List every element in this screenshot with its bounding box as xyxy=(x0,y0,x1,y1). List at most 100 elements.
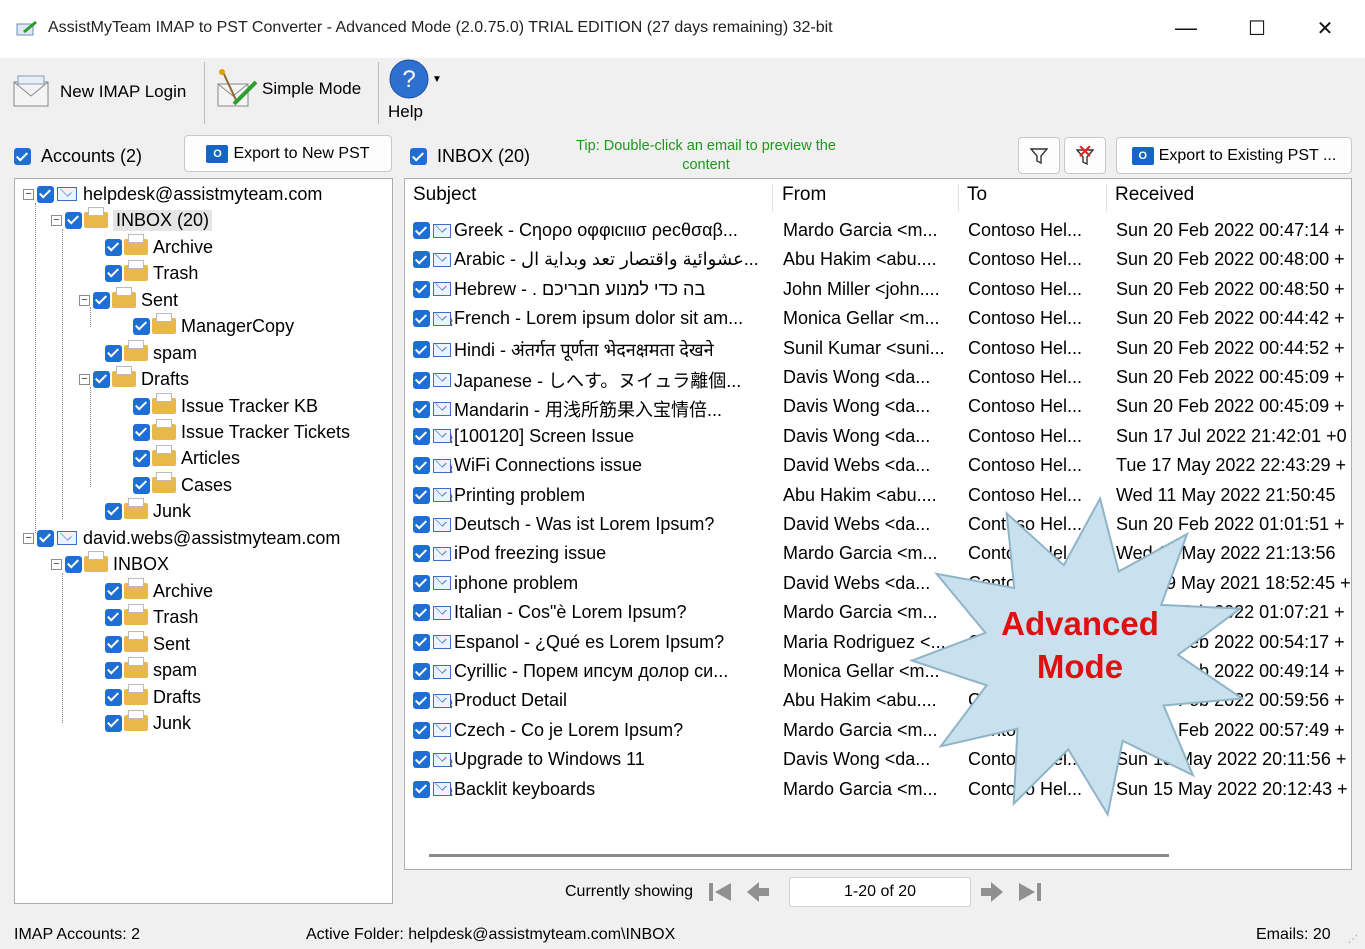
export-new-pst-button[interactable]: O Export to New PST xyxy=(184,135,392,172)
tree-folder-issue-tracker-kb[interactable]: Issue Tracker KB xyxy=(133,393,318,417)
column-subject[interactable]: Subject xyxy=(405,184,773,212)
row-checkbox[interactable] xyxy=(413,574,430,592)
row-checkbox[interactable] xyxy=(413,721,430,739)
tree-folder-drafts[interactable]: − Drafts xyxy=(79,366,189,390)
tree-checkbox[interactable] xyxy=(37,185,54,203)
first-page-icon[interactable] xyxy=(705,877,735,907)
accounts-header[interactable]: Accounts (2) xyxy=(14,146,142,167)
tree-checkbox[interactable] xyxy=(93,370,110,388)
email-row[interactable]: Mandarin - 用浅所筋果入宝情倍... Davis Wong <da...… xyxy=(405,393,1351,422)
tree-checkbox[interactable] xyxy=(37,529,54,547)
column-to[interactable]: To xyxy=(959,184,1107,212)
tree-folder-articles[interactable]: Articles xyxy=(133,445,240,469)
filter-button[interactable] xyxy=(1018,137,1060,174)
tree-folder-sent-2[interactable]: Sent xyxy=(105,631,190,655)
tree-folder-spam[interactable]: spam xyxy=(105,340,197,364)
row-checkbox[interactable] xyxy=(413,545,430,563)
tree-folder-junk[interactable]: Junk xyxy=(105,498,191,522)
row-checkbox[interactable] xyxy=(413,400,430,418)
collapse-icon[interactable]: − xyxy=(23,532,34,544)
email-row[interactable]: ⌇ French - Lorem ipsum dolor sit am... Mon… xyxy=(405,305,1351,334)
maximize-button[interactable]: ☐ xyxy=(1234,8,1280,48)
row-checkbox[interactable] xyxy=(413,222,430,239)
row-checkbox[interactable] xyxy=(413,663,430,680)
collapse-icon[interactable]: − xyxy=(79,373,90,385)
tree-checkbox[interactable] xyxy=(133,397,150,415)
collapse-icon[interactable]: − xyxy=(51,558,62,570)
email-row[interactable]: Greek - Cηορo οφφιcιιισ ρecθσαβ... Mardo … xyxy=(405,217,1351,246)
last-page-icon[interactable] xyxy=(1015,877,1045,907)
tree-folder-archive-2[interactable]: Archive xyxy=(105,578,213,602)
tree-checkbox[interactable] xyxy=(65,211,82,229)
tree-folder-cases[interactable]: Cases xyxy=(133,472,232,496)
email-row[interactable]: ⌇ WiFi Connections issue David Webs <da...… xyxy=(405,452,1351,481)
new-imap-login-button[interactable]: New IMAP Login xyxy=(12,72,186,112)
row-checkbox[interactable] xyxy=(413,371,430,389)
tree-account-davidwebs[interactable]: − david.webs@assistmyteam.com xyxy=(23,527,340,549)
inbox-select-all-checkbox[interactable] xyxy=(410,148,427,165)
tree-folder-drafts-2[interactable]: Drafts xyxy=(105,684,201,708)
tree-folder-trash[interactable]: Trash xyxy=(105,260,198,284)
tree-checkbox[interactable] xyxy=(93,291,110,309)
column-from[interactable]: From xyxy=(774,184,959,212)
tree-folder-issue-tracker-tickets[interactable]: Issue Tracker Tickets xyxy=(133,419,350,443)
row-checkbox[interactable] xyxy=(413,780,430,798)
row-checkbox[interactable] xyxy=(413,751,430,769)
row-checkbox[interactable] xyxy=(413,633,430,651)
collapse-icon[interactable]: − xyxy=(51,214,62,226)
page-range-field[interactable]: 1-20 of 20 xyxy=(789,877,971,907)
tree-checkbox[interactable] xyxy=(65,555,82,573)
tree-checkbox[interactable] xyxy=(105,238,122,256)
tree-checkbox[interactable] xyxy=(133,423,150,441)
minimize-button[interactable]: — xyxy=(1163,8,1209,48)
row-checkbox[interactable] xyxy=(413,692,430,710)
tree-checkbox[interactable] xyxy=(133,449,150,467)
help-button[interactable]: ? ▼ Help xyxy=(388,58,442,122)
tree-folder-inbox-2[interactable]: − INBOX xyxy=(51,551,169,575)
collapse-icon[interactable]: − xyxy=(23,188,34,200)
tree-checkbox[interactable] xyxy=(133,317,150,335)
column-received[interactable]: Received xyxy=(1107,184,1351,212)
tree-folder-inbox[interactable]: − INBOX (20) xyxy=(51,207,213,231)
tree-folder-sent[interactable]: − Sent xyxy=(79,287,178,311)
email-row[interactable]: Japanese - しへす。ヌイュラ離個... Davis Wong <da..… xyxy=(405,364,1351,393)
tree-checkbox[interactable] xyxy=(105,344,122,362)
resize-grip-icon[interactable]: ⋰ xyxy=(1348,934,1358,945)
tree-account-helpdesk[interactable]: − helpdesk@assistmyteam.com xyxy=(23,183,322,205)
tree-checkbox[interactable] xyxy=(133,476,150,494)
tree-folder-managercopy[interactable]: ManagerCopy xyxy=(133,313,294,337)
next-page-icon[interactable] xyxy=(977,877,1007,907)
tree-checkbox[interactable] xyxy=(105,502,122,520)
row-checkbox[interactable] xyxy=(413,251,430,269)
previous-page-icon[interactable] xyxy=(743,877,773,907)
tree-checkbox[interactable] xyxy=(105,635,122,653)
tree-checkbox[interactable] xyxy=(105,714,122,732)
row-checkbox[interactable] xyxy=(413,427,430,445)
row-checkbox[interactable] xyxy=(413,310,430,328)
tree-checkbox[interactable] xyxy=(105,264,122,282)
simple-mode-button[interactable]: Simple Mode xyxy=(212,66,361,112)
row-checkbox[interactable] xyxy=(413,486,430,504)
email-row[interactable]: Arabic - عشوائية واقتصار تعد وبداية ال..… xyxy=(405,246,1351,275)
tree-checkbox[interactable] xyxy=(105,688,122,706)
export-existing-pst-button[interactable]: O Export to Existing PST ... xyxy=(1116,137,1352,174)
email-row[interactable]: Hebrew - . בה כדי למנוע חבריכם John Mille… xyxy=(405,276,1351,305)
row-checkbox[interactable] xyxy=(413,516,430,533)
email-row[interactable]: Hindi - अंतर्गत पूर्णता भेदनक्षमता देखने… xyxy=(405,335,1351,364)
email-row[interactable]: ⌇ [100120] Screen Issue Davis Wong <da... C… xyxy=(405,423,1351,452)
tree-folder-junk-2[interactable]: Junk xyxy=(105,710,191,734)
tree-checkbox[interactable] xyxy=(105,661,122,679)
row-checkbox[interactable] xyxy=(413,604,430,622)
collapse-icon[interactable]: − xyxy=(79,294,90,306)
tree-checkbox[interactable] xyxy=(105,608,122,626)
tree-folder-spam-2[interactable]: spam xyxy=(105,657,197,681)
row-checkbox[interactable] xyxy=(413,341,430,359)
row-checkbox[interactable] xyxy=(413,457,430,475)
accounts-checkbox[interactable] xyxy=(14,148,31,165)
row-checkbox[interactable] xyxy=(413,280,430,298)
close-button[interactable]: ✕ xyxy=(1302,8,1348,48)
horizontal-scrollbar[interactable] xyxy=(429,854,1169,857)
tree-checkbox[interactable] xyxy=(105,582,122,600)
tree-folder-trash-2[interactable]: Trash xyxy=(105,604,198,628)
clear-filter-button[interactable] xyxy=(1064,137,1106,174)
